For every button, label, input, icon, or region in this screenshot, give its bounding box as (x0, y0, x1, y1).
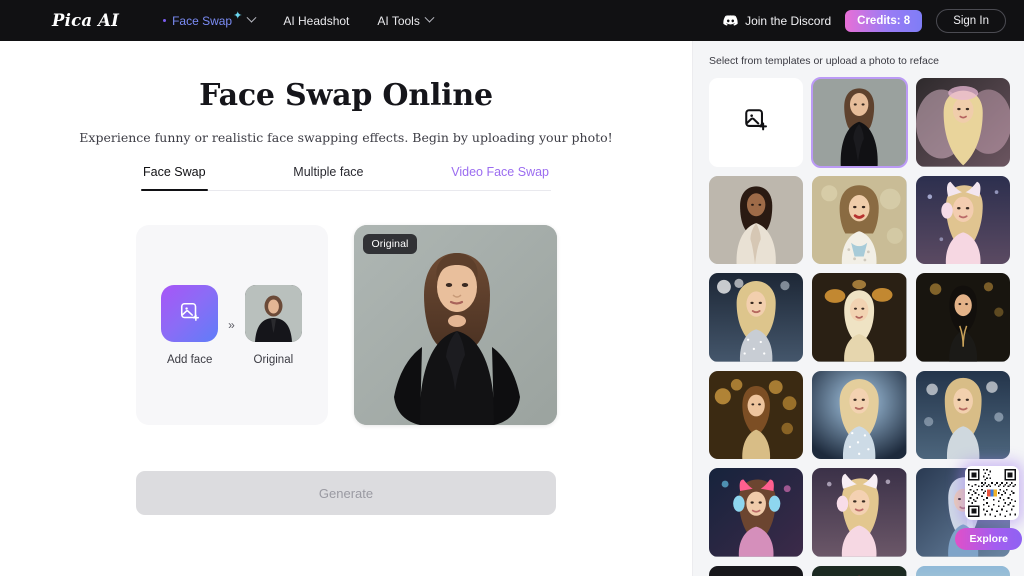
tab-multiple-face[interactable]: Multiple face (291, 159, 365, 190)
nav-item-face-swap[interactable]: Face Swap ✦ (149, 0, 269, 41)
template-art (709, 370, 804, 460)
template-gatsby-golden-lights[interactable] (812, 273, 907, 362)
page-subtitle: Experience funny or realistic face swapp… (79, 130, 613, 145)
preview-original-badge: Original (362, 234, 418, 254)
qr-code-icon (968, 469, 1016, 517)
brand-logo[interactable]: Pica AI (52, 11, 119, 30)
template-art (709, 175, 804, 265)
add-face-label: Add face (166, 353, 213, 366)
template-cat-ear-headphones-pink[interactable] (915, 175, 1010, 265)
template-shimmer-blue-lights[interactable] (915, 370, 1010, 460)
tab-video-face-swap[interactable]: Video Face Swap (449, 159, 551, 190)
nav-active-dot-icon (163, 19, 167, 22)
template-woman-cream-suit[interactable] (709, 175, 804, 265)
template-art (812, 78, 907, 167)
template-crystal-sparkle-gown[interactable] (812, 370, 907, 460)
main-content: Face Swap Online Experience funny or rea… (0, 41, 692, 576)
template-neon-cat-headphones[interactable] (709, 468, 804, 557)
nav-item-ai-headshot-label: AI Headshot (283, 13, 350, 28)
qr-code-overlay[interactable] (965, 466, 1019, 520)
template-art (915, 565, 1010, 576)
original-face-label: Original (253, 353, 294, 366)
template-art (915, 273, 1010, 362)
sign-in-button[interactable]: Sign In (936, 8, 1006, 33)
mode-tabs: Face Swap Multiple face Video Face Swap (141, 159, 551, 191)
original-face-slot: Original (244, 284, 302, 366)
template-art (915, 78, 1010, 167)
template-art (915, 370, 1010, 460)
template-sunny-outdoor-portrait[interactable] (915, 565, 1010, 576)
template-art (812, 468, 907, 557)
image-plus-icon (743, 107, 769, 138)
workspace-row: Add face » Original Original (135, 225, 557, 425)
body-wrap: Face Swap Online Experience funny or rea… (0, 41, 1024, 576)
preview-art (353, 225, 557, 425)
template-upload-slot[interactable] (709, 78, 804, 167)
template-dark-evening-gown[interactable] (915, 273, 1010, 362)
swap-arrow-icon: » (228, 318, 235, 332)
page-title: Face Swap Online (199, 78, 493, 113)
template-art (812, 273, 907, 362)
add-face-slot: Add face (161, 284, 219, 366)
template-art (812, 175, 907, 265)
tab-face-swap[interactable]: Face Swap (141, 159, 208, 191)
face-upload-card: Add face » Original (135, 225, 328, 425)
join-discord-link[interactable]: Join the Discord (723, 14, 831, 28)
templates-panel-title: Select from templates or upload a photo … (709, 55, 939, 67)
credits-badge[interactable]: Credits: 8 (845, 9, 923, 32)
thumbnail-art (244, 284, 302, 342)
image-plus-icon (179, 301, 201, 326)
template-bokeh-gold-portrait[interactable] (709, 370, 804, 460)
page-root: Pica AI Face Swap ✦ AI Headshot AI Tools (0, 0, 1024, 576)
discord-icon (723, 15, 738, 26)
chevron-down-icon (424, 12, 435, 23)
templates-panel: Select from templates or upload a photo … (692, 41, 1024, 576)
template-woman-black-blazer[interactable] (811, 77, 908, 168)
preview-image[interactable]: Original (353, 225, 557, 425)
template-white-cat-ears-blonde[interactable] (812, 468, 907, 557)
add-face-button[interactable] (161, 284, 219, 342)
nav-item-ai-tools-label: AI Tools (377, 13, 420, 28)
template-art (812, 565, 907, 576)
template-vintage-retro-portrait[interactable] (812, 175, 907, 265)
nav-item-face-swap-label: Face Swap (172, 13, 233, 28)
face-slot-row: Add face » Original (161, 284, 302, 366)
primary-nav: Face Swap ✦ AI Headshot AI Tools (149, 0, 447, 41)
explore-button[interactable]: Explore (955, 528, 1022, 550)
generate-button[interactable]: Generate (136, 471, 556, 515)
nav-item-ai-tools[interactable]: AI Tools (363, 0, 446, 41)
template-fairy-blonde-wings[interactable] (915, 78, 1010, 167)
template-art (812, 370, 907, 460)
template-art (709, 565, 804, 576)
original-thumbnail[interactable] (244, 284, 302, 342)
navbar-actions: Join the Discord Credits: 8 Sign In (723, 8, 1006, 33)
template-art (709, 273, 804, 362)
join-discord-label: Join the Discord (745, 13, 832, 28)
nav-item-ai-headshot[interactable]: AI Headshot (269, 0, 363, 41)
template-art (709, 468, 804, 557)
sparkle-icon: ✦ (233, 10, 243, 22)
chevron-down-icon (246, 12, 257, 23)
top-navbar: Pica AI Face Swap ✦ AI Headshot AI Tools (0, 0, 1024, 41)
template-crown-tiara-dark[interactable] (709, 565, 804, 576)
template-art (915, 175, 1010, 265)
template-red-flower-crown[interactable] (812, 565, 907, 576)
template-runway-silver-dress[interactable] (709, 273, 804, 362)
